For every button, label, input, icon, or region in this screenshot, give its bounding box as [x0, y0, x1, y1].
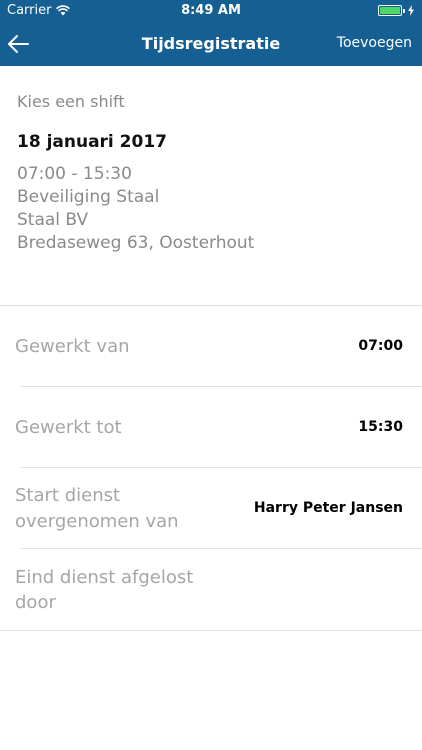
shift-relieved-label-line2: door — [15, 592, 56, 613]
shift-taken-over-label-line2: overgenomen van — [15, 511, 179, 532]
navigation-bar: Tijdsregistratie Toevoegen — [0, 22, 422, 66]
shift-taken-over-label-line1: Start dienst — [15, 485, 121, 506]
divider — [0, 630, 422, 631]
shift-relieved-by-row[interactable]: Eind dienst afgelost door — [0, 549, 422, 630]
status-time: 8:49 AM — [181, 3, 241, 18]
shift-company: Staal BV — [17, 210, 89, 230]
battery-indicator — [378, 5, 414, 16]
shift-time-range: 07:00 - 15:30 — [17, 164, 132, 184]
status-bar: Carrier 8:49 AM — [0, 0, 422, 22]
top-bar: Carrier 8:49 AM Tijdsregistratie Toevoeg… — [0, 0, 422, 66]
shift-date: 18 januari 2017 — [17, 132, 167, 152]
shift-service: Beveiliging Staal — [17, 187, 160, 207]
charging-icon — [408, 5, 414, 16]
worked-from-value: 07:00 — [358, 338, 403, 354]
battery-icon — [378, 5, 402, 16]
worked-until-row[interactable]: Gewerkt tot 15:30 — [0, 387, 422, 468]
add-button[interactable]: Toevoegen — [337, 35, 412, 51]
shift-taken-over-from-row[interactable]: Start dienst overgenomen van Harry Peter… — [0, 468, 422, 549]
shift-selector[interactable]: Kies een shift 18 januari 2017 07:00 - 1… — [0, 66, 422, 306]
shift-taken-over-value: Harry Peter Jansen — [253, 500, 403, 516]
shift-relieved-label-line1: Eind dienst afgelost — [15, 567, 194, 588]
shift-prompt: Kies een shift — [17, 92, 125, 111]
shift-address: Bredaseweg 63, Oosterhout — [17, 233, 255, 253]
worked-from-label: Gewerkt van — [15, 336, 130, 357]
worked-until-label: Gewerkt tot — [15, 417, 122, 438]
worked-until-value: 15:30 — [358, 419, 403, 435]
worked-from-row[interactable]: Gewerkt van 07:00 — [0, 306, 422, 387]
